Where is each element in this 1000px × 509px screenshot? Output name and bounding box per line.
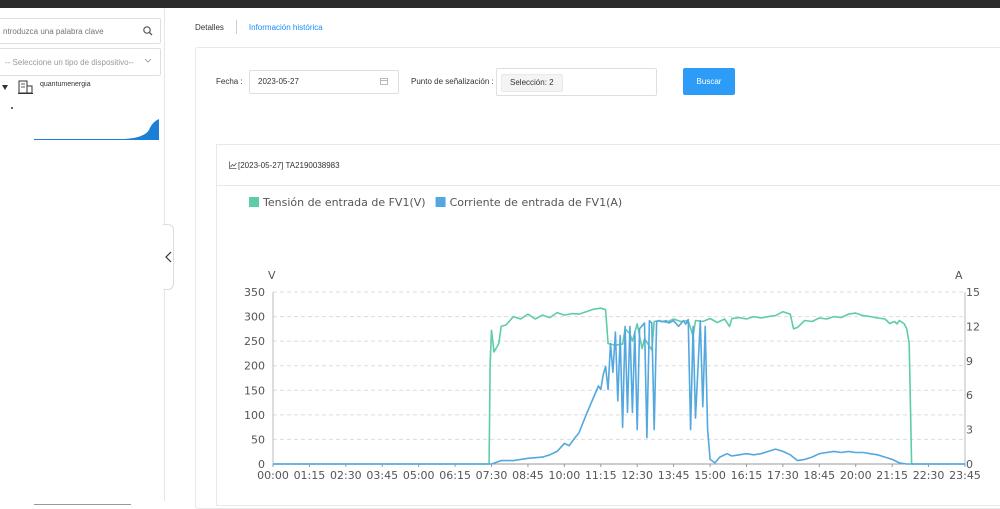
search-input[interactable]	[0, 25, 150, 37]
device-tree-panel: -- Seleccione un tipo de dispositivo-- q…	[0, 8, 165, 505]
tree-scroll-indicator[interactable]	[34, 118, 159, 140]
date-picker[interactable]: 2023-05-27	[249, 70, 399, 94]
selection-tag[interactable]: Selección: 2	[501, 74, 563, 92]
chart-card: [2023-05-27] TA2190038983	[216, 144, 1000, 506]
date-label: Fecha :	[216, 77, 243, 86]
line-chart-icon	[229, 161, 237, 169]
date-value: 2023-05-27	[258, 77, 299, 86]
building-icon	[18, 80, 33, 94]
device-type-select[interactable]: -- Seleccione un tipo de dispositivo--	[0, 48, 161, 76]
horizontal-scrollbar[interactable]	[34, 504, 131, 505]
chevron-left-icon	[164, 251, 171, 263]
tree-node-quantumenergia[interactable]: quantumenergia	[0, 78, 164, 98]
calendar-icon	[380, 78, 388, 85]
chart-title: [2023-05-27] TA2190038983	[238, 161, 340, 170]
signal-point-label: Punto de señalización :	[411, 77, 494, 86]
top-bar	[0, 0, 1000, 8]
tab-divider	[235, 20, 237, 34]
tab-bar: Detalles Información histórica	[195, 16, 323, 38]
caret-down-icon[interactable]	[2, 85, 8, 90]
chart-header: [2023-05-27] TA2190038983	[217, 145, 1000, 186]
signal-point-select[interactable]: Selección: 2	[496, 68, 657, 96]
tab-history[interactable]: Información histórica	[249, 23, 323, 32]
search-button[interactable]: Buscar	[683, 68, 735, 95]
keyword-search[interactable]	[0, 18, 161, 44]
tree-node-label: quantumenergia	[40, 81, 91, 88]
collapse-panel-toggle[interactable]	[163, 224, 174, 290]
device-type-placeholder: -- Seleccione un tipo de dispositivo--	[5, 57, 134, 67]
tree-bullet	[11, 107, 13, 109]
tab-details[interactable]: Detalles	[195, 23, 224, 32]
chevron-down-icon	[144, 58, 152, 63]
search-icon[interactable]	[142, 25, 154, 37]
